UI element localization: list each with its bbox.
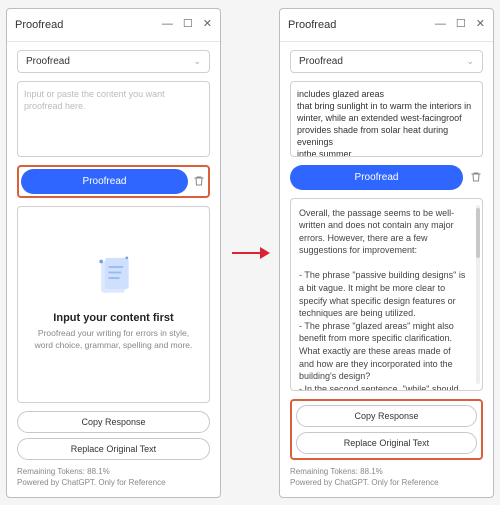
footer: Remaining Tokens: 88.1% Powered by ChatG… xyxy=(17,466,210,488)
mode-select[interactable]: Proofread ⌄ xyxy=(17,50,210,73)
proofread-button[interactable]: Proofread xyxy=(21,169,188,194)
maximize-icon[interactable]: ☐ xyxy=(183,19,193,30)
empty-output: Input your content first Proofread your … xyxy=(17,206,210,404)
document-icon xyxy=(95,256,133,300)
window-title: Proofread xyxy=(15,19,63,31)
result-buttons: Copy Response Replace Original Text xyxy=(17,411,210,460)
window-title: Proofread xyxy=(288,19,336,31)
close-icon[interactable]: ✕ xyxy=(476,19,485,30)
tokens-remaining: Remaining Tokens: 88.1% xyxy=(17,466,210,477)
maximize-icon[interactable]: ☐ xyxy=(456,19,466,30)
replace-original-button[interactable]: Replace Original Text xyxy=(17,438,210,460)
arrow-icon xyxy=(230,243,270,263)
minimize-icon[interactable]: — xyxy=(162,19,173,30)
replace-original-button[interactable]: Replace Original Text xyxy=(296,432,477,454)
powered-by: Powered by ChatGPT. Only for Reference xyxy=(17,477,210,488)
result-text: Overall, the passage seems to be well-wr… xyxy=(299,207,474,392)
titlebar: Proofread — ☐ ✕ xyxy=(280,9,493,42)
proofread-window-empty: Proofread — ☐ ✕ Proofread ⌄ Input or pas… xyxy=(6,8,221,498)
chevron-down-icon: ⌄ xyxy=(466,56,474,67)
chevron-down-icon: ⌄ xyxy=(193,56,201,67)
close-icon[interactable]: ✕ xyxy=(203,19,212,30)
empty-title: Input your content first xyxy=(53,312,173,324)
window-controls: — ☐ ✕ xyxy=(435,19,485,30)
minimize-icon[interactable]: — xyxy=(435,19,446,30)
result-buttons-highlight: Copy Response Replace Original Text xyxy=(290,399,483,460)
trash-icon[interactable] xyxy=(469,170,483,184)
footer: Remaining Tokens: 88.1% Powered by ChatG… xyxy=(290,466,483,488)
copy-response-button[interactable]: Copy Response xyxy=(17,411,210,433)
result-output[interactable]: Overall, the passage seems to be well-wr… xyxy=(290,198,483,392)
proofread-button[interactable]: Proofread xyxy=(290,165,463,190)
proofread-row: Proofread xyxy=(290,165,483,190)
window-controls: — ☐ ✕ xyxy=(162,19,212,30)
tokens-remaining: Remaining Tokens: 88.1% xyxy=(290,466,483,477)
mode-select-label: Proofread xyxy=(26,56,70,67)
input-textarea[interactable]: Input or paste the content you want proo… xyxy=(17,81,210,157)
mode-select[interactable]: Proofread ⌄ xyxy=(290,50,483,73)
titlebar: Proofread — ☐ ✕ xyxy=(7,9,220,42)
empty-subtitle: Proofread your writing for errors in sty… xyxy=(30,328,197,352)
scrollbar[interactable] xyxy=(476,205,480,385)
input-textarea[interactable]: includes glazed areas that bring sunligh… xyxy=(290,81,483,157)
proofread-row-highlight: Proofread xyxy=(17,165,210,198)
copy-response-button[interactable]: Copy Response xyxy=(296,405,477,427)
mode-select-label: Proofread xyxy=(299,56,343,67)
proofread-window-result: Proofread — ☐ ✕ Proofread ⌄ includes gla… xyxy=(279,8,494,498)
powered-by: Powered by ChatGPT. Only for Reference xyxy=(290,477,483,488)
trash-icon[interactable] xyxy=(192,174,206,188)
